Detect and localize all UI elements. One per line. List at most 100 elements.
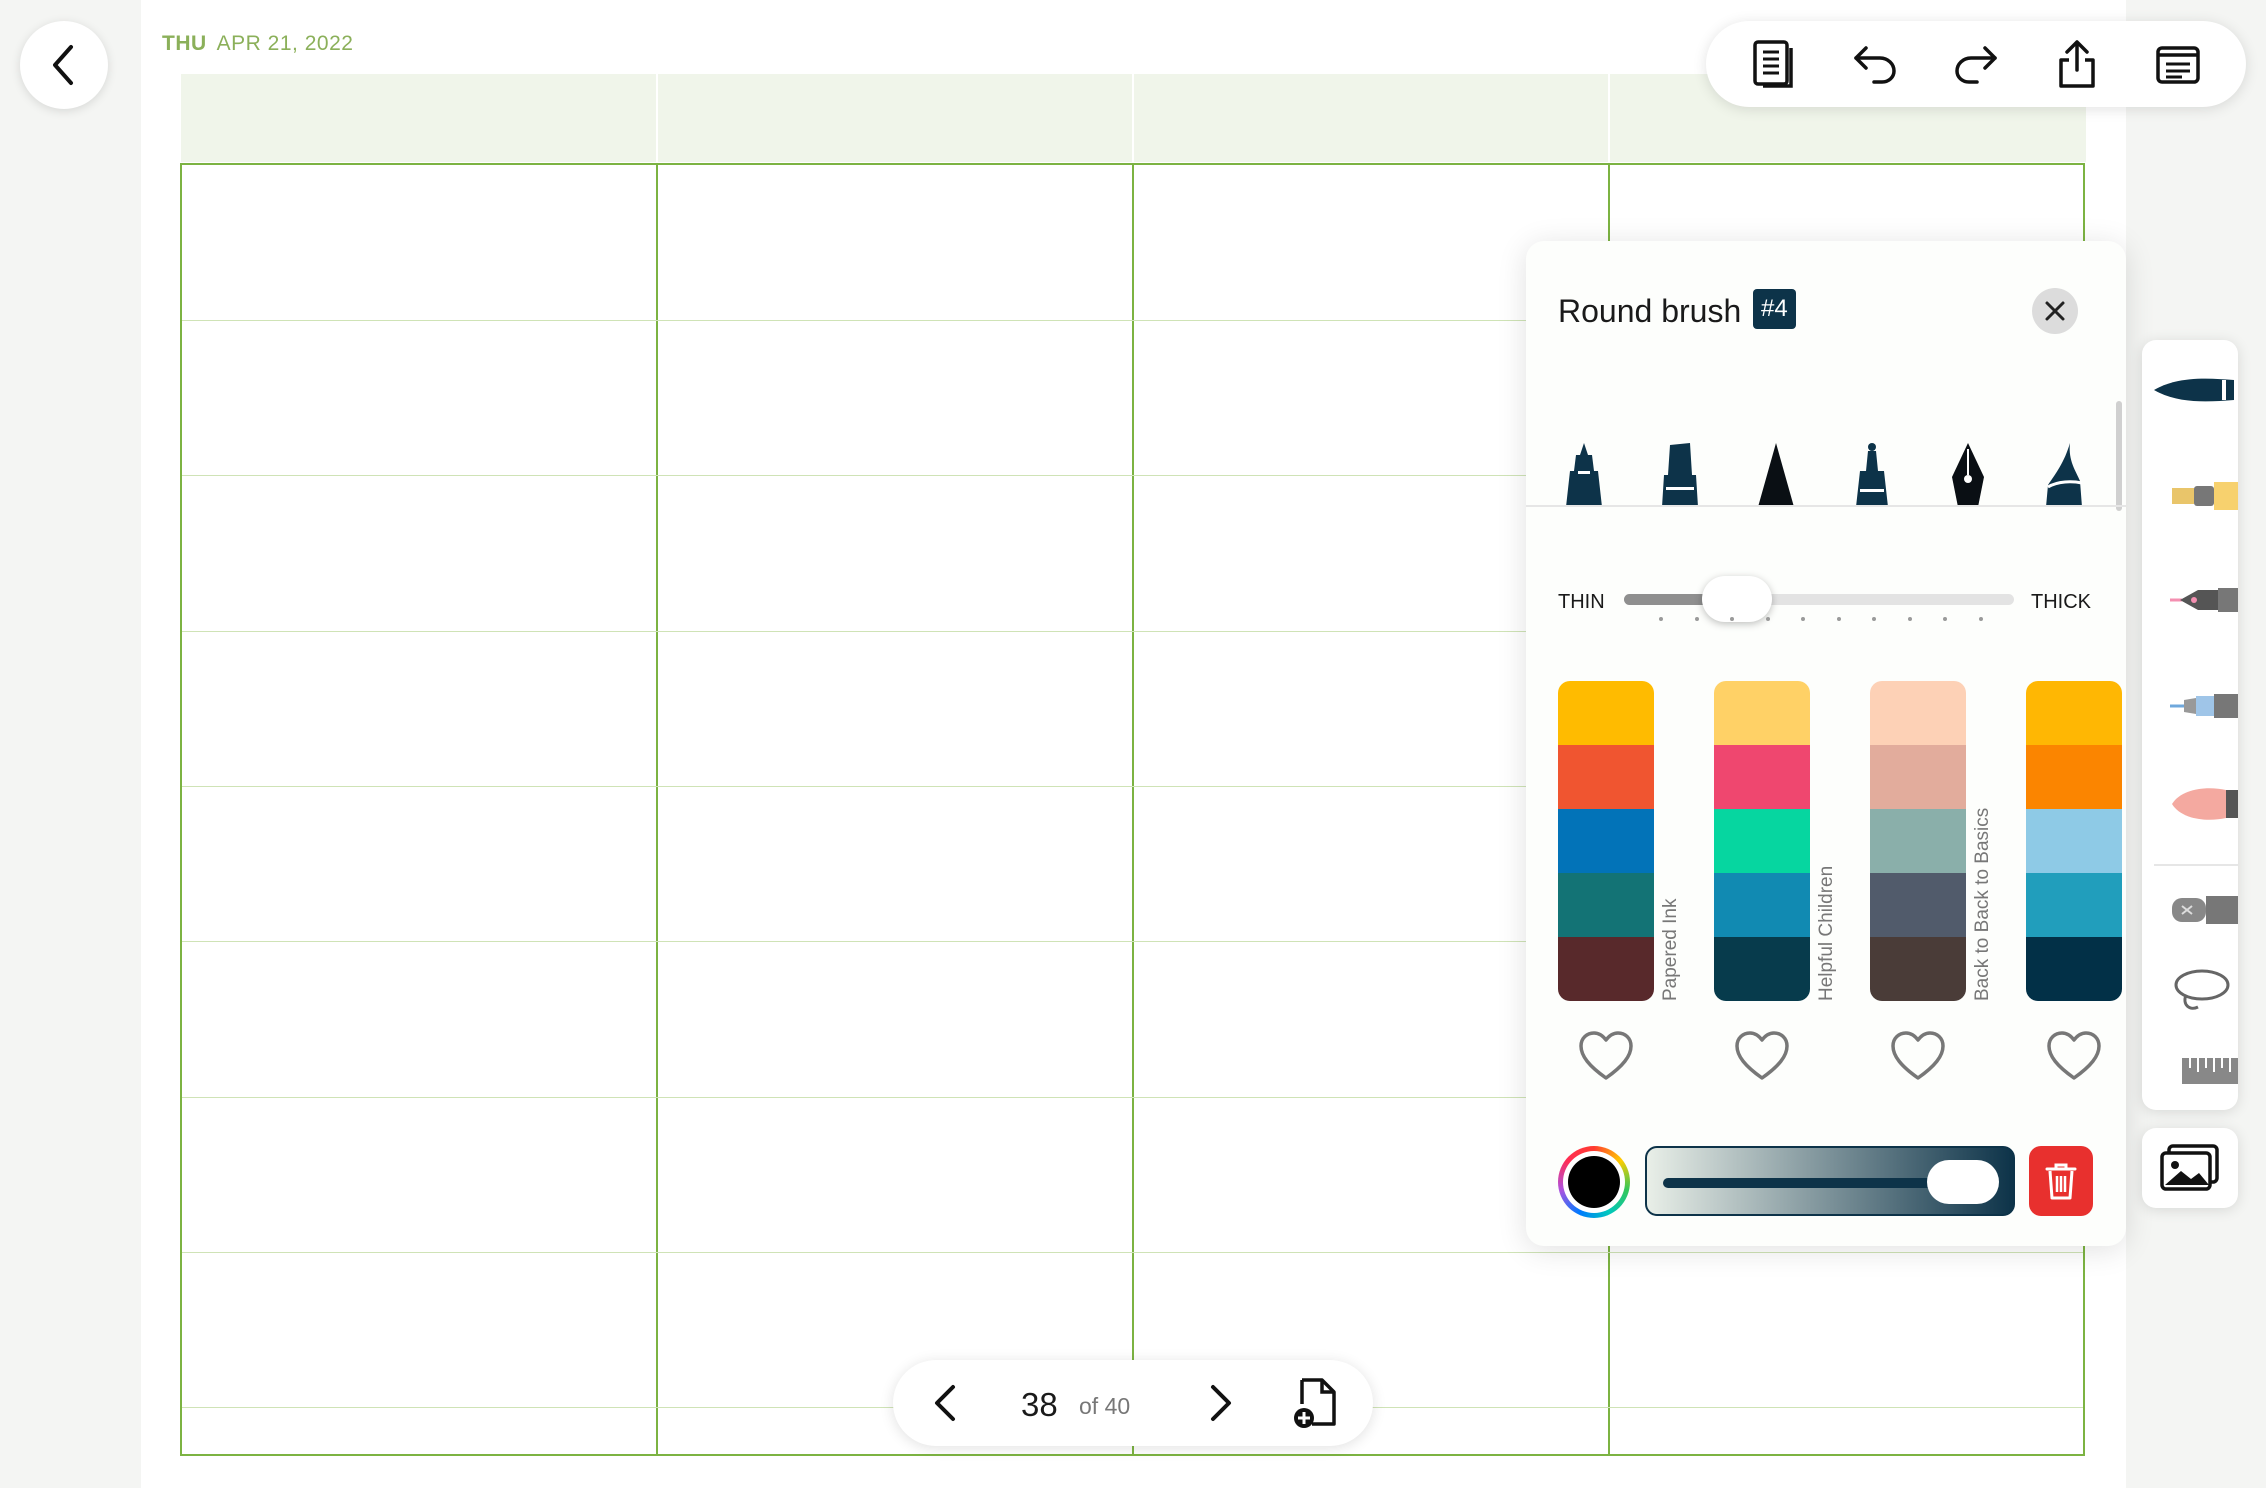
color-swatch[interactable] [1870,809,1966,873]
color-palette[interactable] [2026,681,2122,1001]
color-swatch[interactable] [2026,681,2122,745]
total-pages-label: of 40 [1079,1393,1131,1419]
next-page-button[interactable] [1189,1371,1253,1435]
current-color-swatch [1568,1156,1620,1208]
ruler-tool[interactable] [2142,1030,2238,1110]
opacity-slider[interactable] [1645,1146,2015,1216]
pages-button[interactable] [1742,32,1806,96]
fineliner-tip[interactable] [1554,431,1614,507]
add-page-button[interactable] [1283,1371,1347,1435]
fineliner-tip-icon [1566,443,1602,507]
brush-settings-panel: Round brush #4 THIN THICK Papered Ink Hel… [1526,241,2126,1246]
brush-size-knob[interactable] [1702,576,1772,622]
size-step-dot [1730,617,1734,621]
marker-tip-icon [1662,443,1698,507]
ballpoint-tip[interactable] [1842,431,1902,507]
share-button[interactable] [2045,32,2109,96]
color-swatch[interactable] [2026,809,2122,873]
fountain-pen-tip[interactable] [1938,431,1998,507]
favorite-palette-button[interactable] [1730,1024,1794,1088]
favorite-palette-button[interactable] [1574,1024,1638,1088]
pages-icon [1753,40,1794,88]
previous-page-button[interactable] [913,1371,977,1435]
soft-brush-tool[interactable] [2142,764,2238,844]
color-palette[interactable] [1714,681,1810,1001]
back-button[interactable] [20,21,108,109]
color-swatch[interactable] [1558,745,1654,809]
chevron-left-icon [935,1385,955,1421]
color-swatch[interactable] [2026,873,2122,937]
lasso-tool[interactable] [2142,950,2238,1030]
brush-size-steps [1659,617,2019,623]
favorite-palette-button[interactable] [1886,1024,1950,1088]
color-swatch[interactable] [1870,681,1966,745]
grid-header-divider [1132,74,1134,162]
size-step-dot [1801,617,1805,621]
round-brush-tool[interactable] [2142,350,2238,430]
color-palette[interactable] [1558,681,1654,1001]
add-page-icon [1294,1378,1336,1428]
color-swatch[interactable] [1558,681,1654,745]
color-picker-ring [1563,1151,1625,1213]
insert-image-button[interactable] [2142,1128,2238,1208]
palette-name: Helpful Children [1816,681,1840,1001]
marker-tip[interactable] [1650,431,1710,507]
color-swatch[interactable] [1870,937,1966,1001]
color-swatch[interactable] [1714,937,1810,1001]
size-step-dot [1907,617,1912,621]
tips-scrollbar[interactable] [2116,401,2122,511]
size-step-dot [1659,617,1663,621]
fountain-pen-icon [2170,588,2238,612]
share-icon [2059,40,2095,88]
grid-header-divider [1608,74,1610,162]
tips-divider [1526,505,2126,507]
color-swatch[interactable] [1870,873,1966,937]
pencil-tip[interactable] [1746,431,1806,507]
color-swatch[interactable] [2026,745,2122,809]
color-swatch[interactable] [1714,809,1810,873]
brush-size-fill [1624,594,1712,605]
image-gallery-icon [2160,1144,2219,1191]
round-brush-icon [2154,378,2234,402]
favorite-palette-button[interactable] [2042,1024,2106,1088]
color-palette[interactable] [1870,681,1966,1001]
color-swatch[interactable] [1558,937,1654,1001]
color-swatch[interactable] [1558,873,1654,937]
eraser-tool[interactable] [2142,870,2238,950]
delete-brush-button[interactable] [2029,1146,2093,1216]
color-swatch[interactable] [1714,873,1810,937]
tool-rail [2142,340,2238,1110]
palette-name: Back to Back to Basics [1972,681,1996,1001]
ruler-icon [2182,1058,2238,1084]
color-swatch[interactable] [2026,937,2122,1001]
color-picker-button[interactable] [1558,1146,1630,1218]
undo-button[interactable] [1843,32,1907,96]
undo-icon [1854,46,1896,84]
palette-name-text: Back to Back to Basics [1972,807,1993,1001]
current-page-number[interactable]: 38 [1021,1386,1058,1424]
eraser-icon [2172,896,2238,924]
top-toolbar [1706,21,2246,107]
size-step-dot [1943,617,1947,621]
tool-divider [2154,864,2238,866]
pen-tool[interactable] [2142,666,2238,746]
chevron-right-icon [1211,1385,1231,1421]
brush-size-slider[interactable] [1624,576,2014,622]
color-swatch[interactable] [1870,745,1966,809]
color-swatch[interactable] [1714,745,1810,809]
color-swatch[interactable] [1714,681,1810,745]
brush-tip-icon [2046,443,2083,507]
menu-icon [2155,46,2200,84]
size-step-dot [1836,617,1841,621]
chevron-left-icon [53,45,73,85]
thin-label: THIN [1558,591,1605,613]
trash-icon [2045,1163,2077,1200]
color-swatch[interactable] [1558,809,1654,873]
opacity-knob[interactable] [1927,1160,1999,1204]
redo-button[interactable] [1944,32,2008,96]
brush-tip[interactable] [2034,431,2094,507]
close-panel-button[interactable] [2032,288,2078,334]
highlighter-tool[interactable] [2142,456,2238,536]
menu-button[interactable] [2146,32,2210,96]
fountain-pen-tool[interactable] [2142,560,2238,640]
